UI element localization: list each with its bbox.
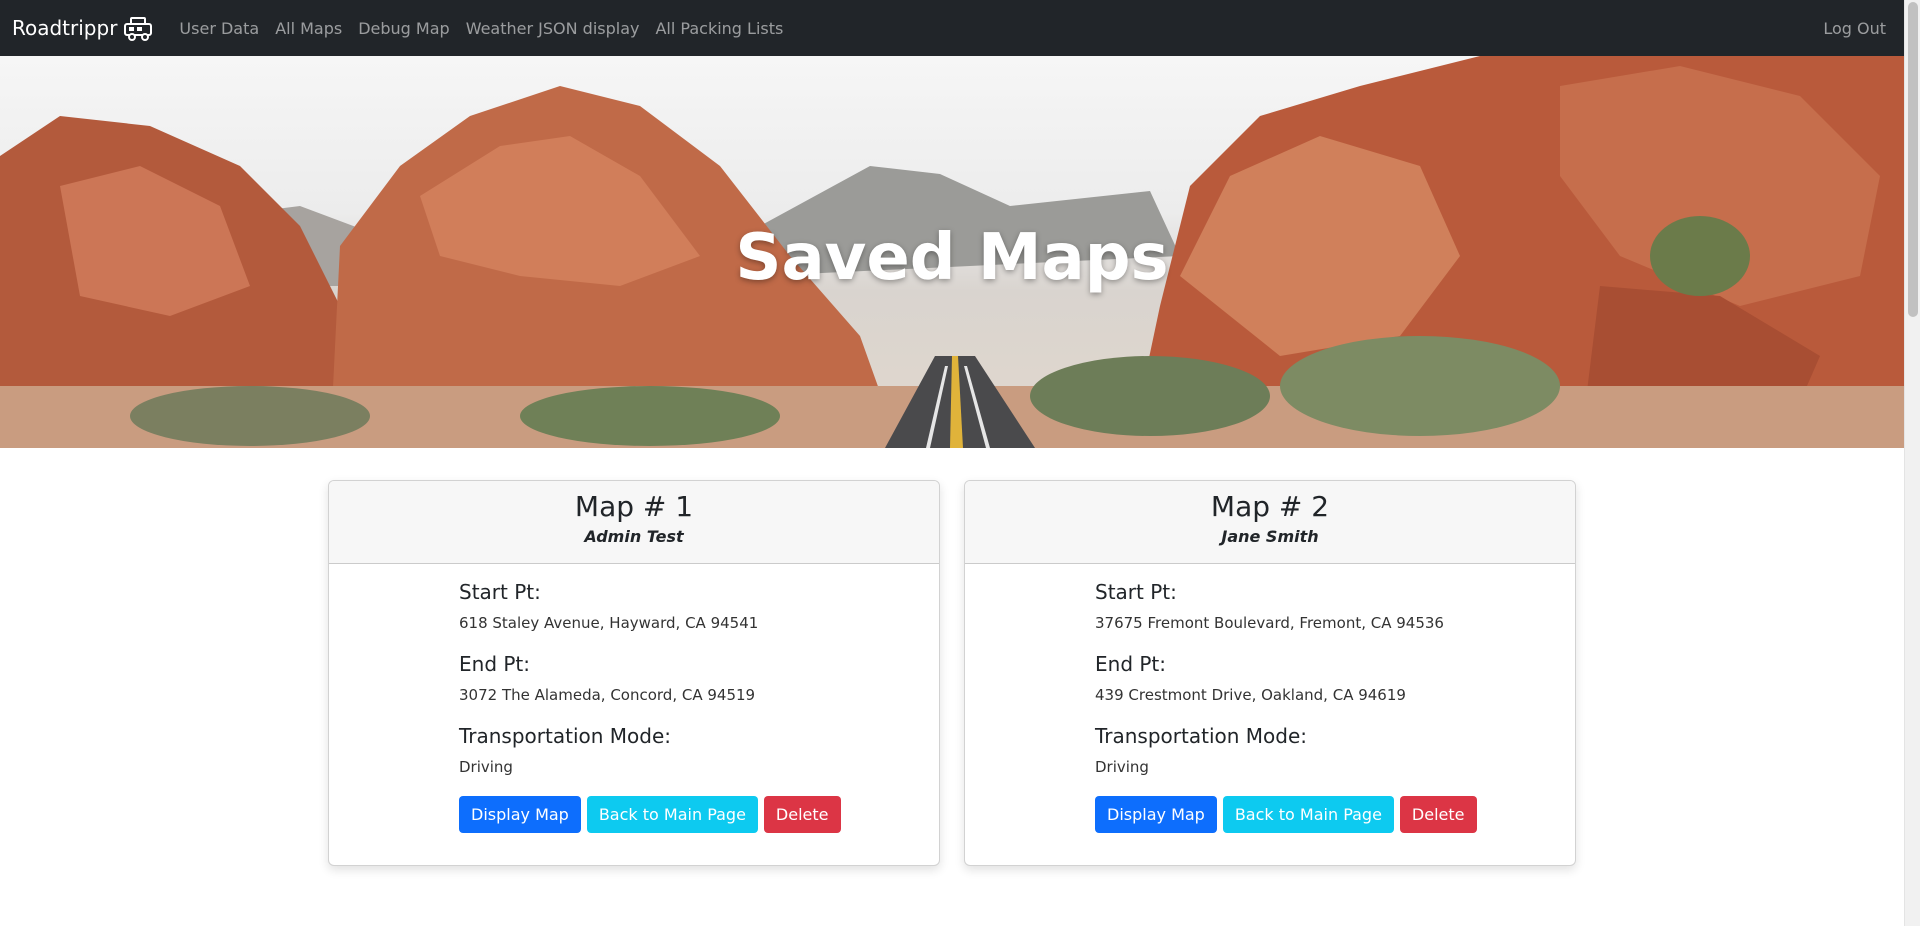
display-map-button[interactable]: Display Map	[459, 796, 581, 833]
display-map-button[interactable]: Display Map	[1095, 796, 1217, 833]
back-to-main-button[interactable]: Back to Main Page	[586, 796, 758, 833]
nav-all-maps[interactable]: All Maps	[275, 19, 342, 38]
map-card: Map # 1 Admin Test Start Pt: 618 Staley …	[328, 480, 940, 866]
scrollbar-thumb[interactable]	[1908, 2, 1918, 317]
card-actions: Display Map Back to Main Page Delete	[1095, 796, 1575, 833]
map-cards: Map # 1 Admin Test Start Pt: 618 Staley …	[328, 480, 1576, 866]
map-owner: Jane Smith	[1221, 527, 1319, 547]
brand-name: Roadtrippr	[12, 16, 118, 40]
end-value: 3072 The Alameda, Concord, CA 94519	[459, 686, 756, 704]
card-actions: Display Map Back to Main Page Delete	[459, 796, 939, 833]
camper-van-icon	[124, 17, 153, 41]
back-to-main-button[interactable]: Back to Main Page	[1222, 796, 1394, 833]
card-body: Start Pt: 618 Staley Avenue, Hayward, CA…	[329, 564, 939, 833]
logout-link[interactable]: Log Out	[1823, 19, 1886, 38]
mode-value: Driving	[459, 758, 513, 776]
navbar: Roadtrippr User Data All Maps Debug Map …	[0, 0, 1904, 56]
end-label: End Pt:	[459, 652, 531, 676]
mode-value: Driving	[1095, 758, 1149, 776]
start-value: 618 Staley Avenue, Hayward, CA 94541	[459, 614, 759, 632]
mode-label: Transportation Mode:	[459, 724, 672, 748]
start-label: Start Pt:	[459, 580, 541, 604]
delete-button[interactable]: Delete	[763, 796, 841, 833]
page-title: Saved Maps	[735, 221, 1169, 295]
start-value: 37675 Fremont Boulevard, Fremont, CA 945…	[1095, 614, 1444, 632]
delete-button[interactable]: Delete	[1399, 796, 1477, 833]
nav-weather-json[interactable]: Weather JSON display	[466, 19, 640, 38]
nav-right: Log Out	[1823, 19, 1892, 38]
nav-debug-map[interactable]: Debug Map	[358, 19, 449, 38]
end-label: End Pt:	[1095, 652, 1167, 676]
card-body: Start Pt: 37675 Fremont Boulevard, Fremo…	[965, 564, 1575, 833]
brand-link[interactable]: Roadtrippr	[12, 14, 155, 42]
page: Roadtrippr User Data All Maps Debug Map …	[0, 0, 1920, 926]
map-owner: Admin Test	[584, 527, 684, 547]
map-title: Map # 2	[1210, 490, 1330, 523]
end-value: 439 Crestmont Drive, Oakland, CA 94619	[1095, 686, 1406, 704]
nav-user-data[interactable]: User Data	[179, 19, 259, 38]
card-header: Map # 2 Jane Smith	[965, 481, 1575, 564]
map-card: Map # 2 Jane Smith Start Pt: 37675 Fremo…	[964, 480, 1576, 866]
nav-all-packing-lists[interactable]: All Packing Lists	[655, 19, 783, 38]
scrollbar[interactable]	[1904, 0, 1920, 926]
mode-label: Transportation Mode:	[1095, 724, 1308, 748]
start-label: Start Pt:	[1095, 580, 1177, 604]
map-title: Map # 1	[574, 490, 694, 523]
hero-banner: Saved Maps	[0, 56, 1904, 448]
nav-links: User Data All Maps Debug Map Weather JSO…	[179, 19, 783, 38]
card-header: Map # 1 Admin Test	[329, 481, 939, 564]
